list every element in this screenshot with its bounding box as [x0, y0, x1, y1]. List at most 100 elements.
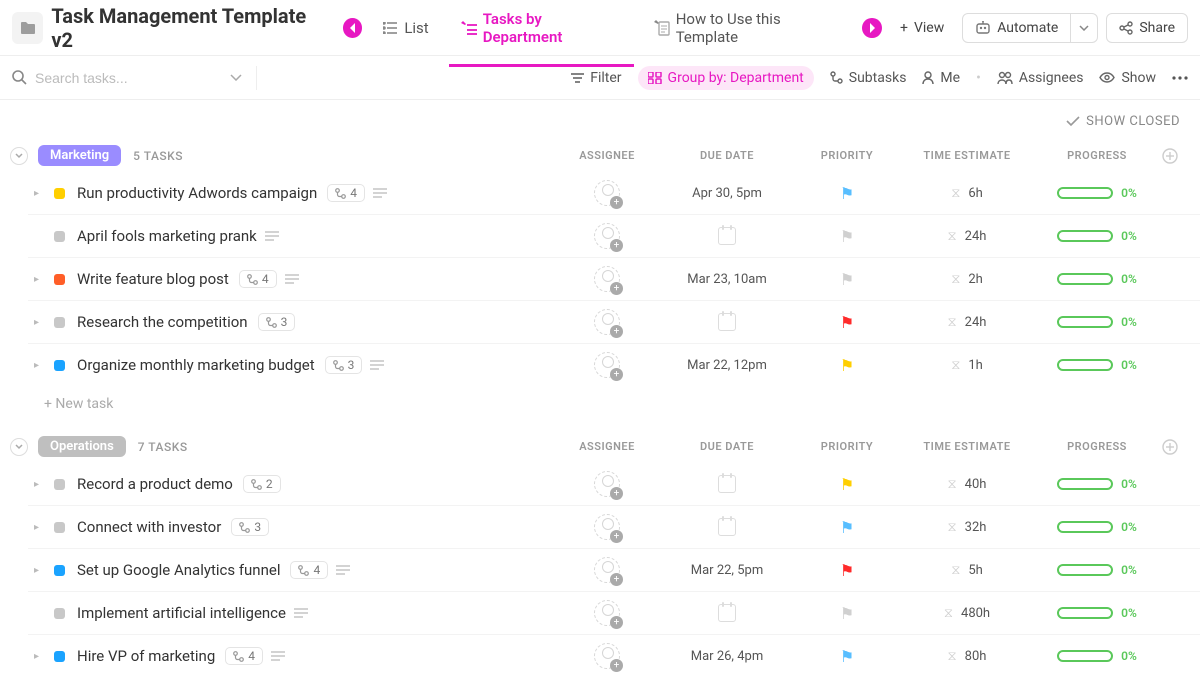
status-icon[interactable]: [54, 188, 65, 199]
due-date-cell[interactable]: [662, 475, 792, 493]
expand-icon[interactable]: ▸: [34, 360, 48, 371]
group-collapse-icon[interactable]: [10, 438, 28, 456]
time-cell[interactable]: ⧖5h: [902, 563, 1032, 578]
col-due-date[interactable]: DUE DATE: [662, 440, 792, 453]
nav-next-icon[interactable]: [862, 18, 882, 38]
subtask-badge[interactable]: 4: [290, 561, 328, 579]
status-icon[interactable]: [54, 479, 65, 490]
col-priority[interactable]: PRIORITY: [792, 149, 902, 162]
group-collapse-icon[interactable]: [10, 147, 28, 165]
expand-icon[interactable]: ▸: [34, 188, 48, 199]
progress-cell[interactable]: 0%: [1032, 563, 1162, 577]
new-task-button[interactable]: + New task: [0, 386, 1200, 430]
assignee-cell[interactable]: [552, 266, 662, 292]
subtask-badge[interactable]: 4: [225, 647, 263, 665]
progress-cell[interactable]: 0%: [1032, 606, 1162, 620]
priority-cell[interactable]: ⚑: [792, 270, 902, 289]
add-column-icon[interactable]: [1162, 148, 1190, 164]
priority-cell[interactable]: ⚑: [792, 313, 902, 332]
due-date-cell[interactable]: Apr 30, 5pm: [662, 186, 792, 201]
assignee-cell[interactable]: [552, 514, 662, 540]
time-cell[interactable]: ⧖2h: [902, 272, 1032, 287]
search-input[interactable]: [35, 70, 185, 86]
progress-cell[interactable]: 0%: [1032, 186, 1162, 200]
expand-icon[interactable]: ▸: [34, 274, 48, 285]
task-row[interactable]: ▸ April fools marketing prank ⚑ ⧖24h 0%: [28, 215, 1200, 258]
status-icon[interactable]: [54, 274, 65, 285]
expand-icon[interactable]: ▸: [34, 479, 48, 490]
share-button[interactable]: Share: [1106, 13, 1188, 43]
task-row[interactable]: ▸ Connect with investor 3 ⚑ ⧖32h 0%: [28, 506, 1200, 549]
subtask-badge[interactable]: 3: [258, 313, 296, 331]
expand-icon[interactable]: ▸: [34, 651, 48, 662]
add-view-button[interactable]: + View: [890, 14, 954, 42]
group-by-button[interactable]: Group by: Department: [638, 66, 814, 90]
col-assignee[interactable]: ASSIGNEE: [552, 149, 662, 162]
priority-cell[interactable]: ⚑: [792, 475, 902, 494]
task-row[interactable]: ▸ Record a product demo 2 ⚑ ⧖40h 0%: [28, 463, 1200, 506]
description-icon[interactable]: [285, 274, 299, 284]
status-icon[interactable]: [54, 231, 65, 242]
time-cell[interactable]: ⧖80h: [902, 649, 1032, 664]
col-time-estimate[interactable]: TIME ESTIMATE: [902, 149, 1032, 162]
status-icon[interactable]: [54, 360, 65, 371]
progress-cell[interactable]: 0%: [1032, 315, 1162, 329]
show-button[interactable]: Show: [1099, 70, 1156, 86]
status-icon[interactable]: [54, 608, 65, 619]
task-row[interactable]: ▸ Implement artificial intelligence ⚑ ⧖4…: [28, 592, 1200, 635]
expand-icon[interactable]: ▸: [34, 565, 48, 576]
time-cell[interactable]: ⧖480h: [902, 606, 1032, 621]
description-icon[interactable]: [294, 608, 308, 618]
priority-cell[interactable]: ⚑: [792, 356, 902, 375]
time-cell[interactable]: ⧖24h: [902, 315, 1032, 330]
chevron-down-icon[interactable]: [230, 74, 242, 81]
assignee-cell[interactable]: [552, 600, 662, 626]
tab-tasks-by-department[interactable]: Tasks by Department: [449, 2, 634, 54]
more-button[interactable]: [1172, 76, 1188, 80]
priority-cell[interactable]: ⚑: [792, 227, 902, 246]
progress-cell[interactable]: 0%: [1032, 477, 1162, 491]
status-icon[interactable]: [54, 522, 65, 533]
me-button[interactable]: Me: [922, 70, 960, 86]
subtask-badge[interactable]: 4: [327, 184, 365, 202]
status-icon[interactable]: [54, 651, 65, 662]
task-row[interactable]: ▸ Organize monthly marketing budget 3 Ma…: [28, 344, 1200, 386]
progress-cell[interactable]: 0%: [1032, 229, 1162, 243]
status-icon[interactable]: [54, 565, 65, 576]
description-icon[interactable]: [373, 188, 387, 198]
due-date-cell[interactable]: [662, 518, 792, 536]
assignee-cell[interactable]: [552, 180, 662, 206]
time-cell[interactable]: ⧖32h: [902, 520, 1032, 535]
subtask-badge[interactable]: 3: [325, 356, 363, 374]
assignee-cell[interactable]: [552, 643, 662, 669]
due-date-cell[interactable]: Mar 22, 5pm: [662, 563, 792, 578]
col-progress[interactable]: PROGRESS: [1032, 149, 1162, 162]
col-assignee[interactable]: ASSIGNEE: [552, 440, 662, 453]
col-priority[interactable]: PRIORITY: [792, 440, 902, 453]
due-date-cell[interactable]: Mar 23, 10am: [662, 272, 792, 287]
description-icon[interactable]: [265, 231, 279, 241]
due-date-cell[interactable]: Mar 26, 4pm: [662, 649, 792, 664]
automate-caret[interactable]: [1071, 13, 1098, 43]
col-time-estimate[interactable]: TIME ESTIMATE: [902, 440, 1032, 453]
progress-cell[interactable]: 0%: [1032, 272, 1162, 286]
col-due-date[interactable]: DUE DATE: [662, 149, 792, 162]
assignees-button[interactable]: Assignees: [997, 70, 1084, 86]
nav-prev-icon[interactable]: [343, 18, 363, 38]
subtasks-button[interactable]: Subtasks: [830, 70, 907, 86]
description-icon[interactable]: [271, 651, 285, 661]
col-progress[interactable]: PROGRESS: [1032, 440, 1162, 453]
filter-button[interactable]: Filter: [571, 70, 621, 86]
task-row[interactable]: ▸ Research the competition 3 ⚑ ⧖24h 0%: [28, 301, 1200, 344]
priority-cell[interactable]: ⚑: [792, 184, 902, 203]
group-chip[interactable]: Marketing: [38, 145, 121, 166]
priority-cell[interactable]: ⚑: [792, 647, 902, 666]
expand-icon[interactable]: ▸: [34, 522, 48, 533]
task-row[interactable]: ▸ Run productivity Adwords campaign 4 Ap…: [28, 172, 1200, 215]
add-column-icon[interactable]: [1162, 439, 1190, 455]
automate-button[interactable]: Automate: [962, 13, 1071, 43]
due-date-cell[interactable]: [662, 604, 792, 622]
show-closed-button[interactable]: SHOW CLOSED: [0, 100, 1200, 139]
page-title[interactable]: Task Management Template v2: [51, 4, 326, 52]
priority-cell[interactable]: ⚑: [792, 518, 902, 537]
